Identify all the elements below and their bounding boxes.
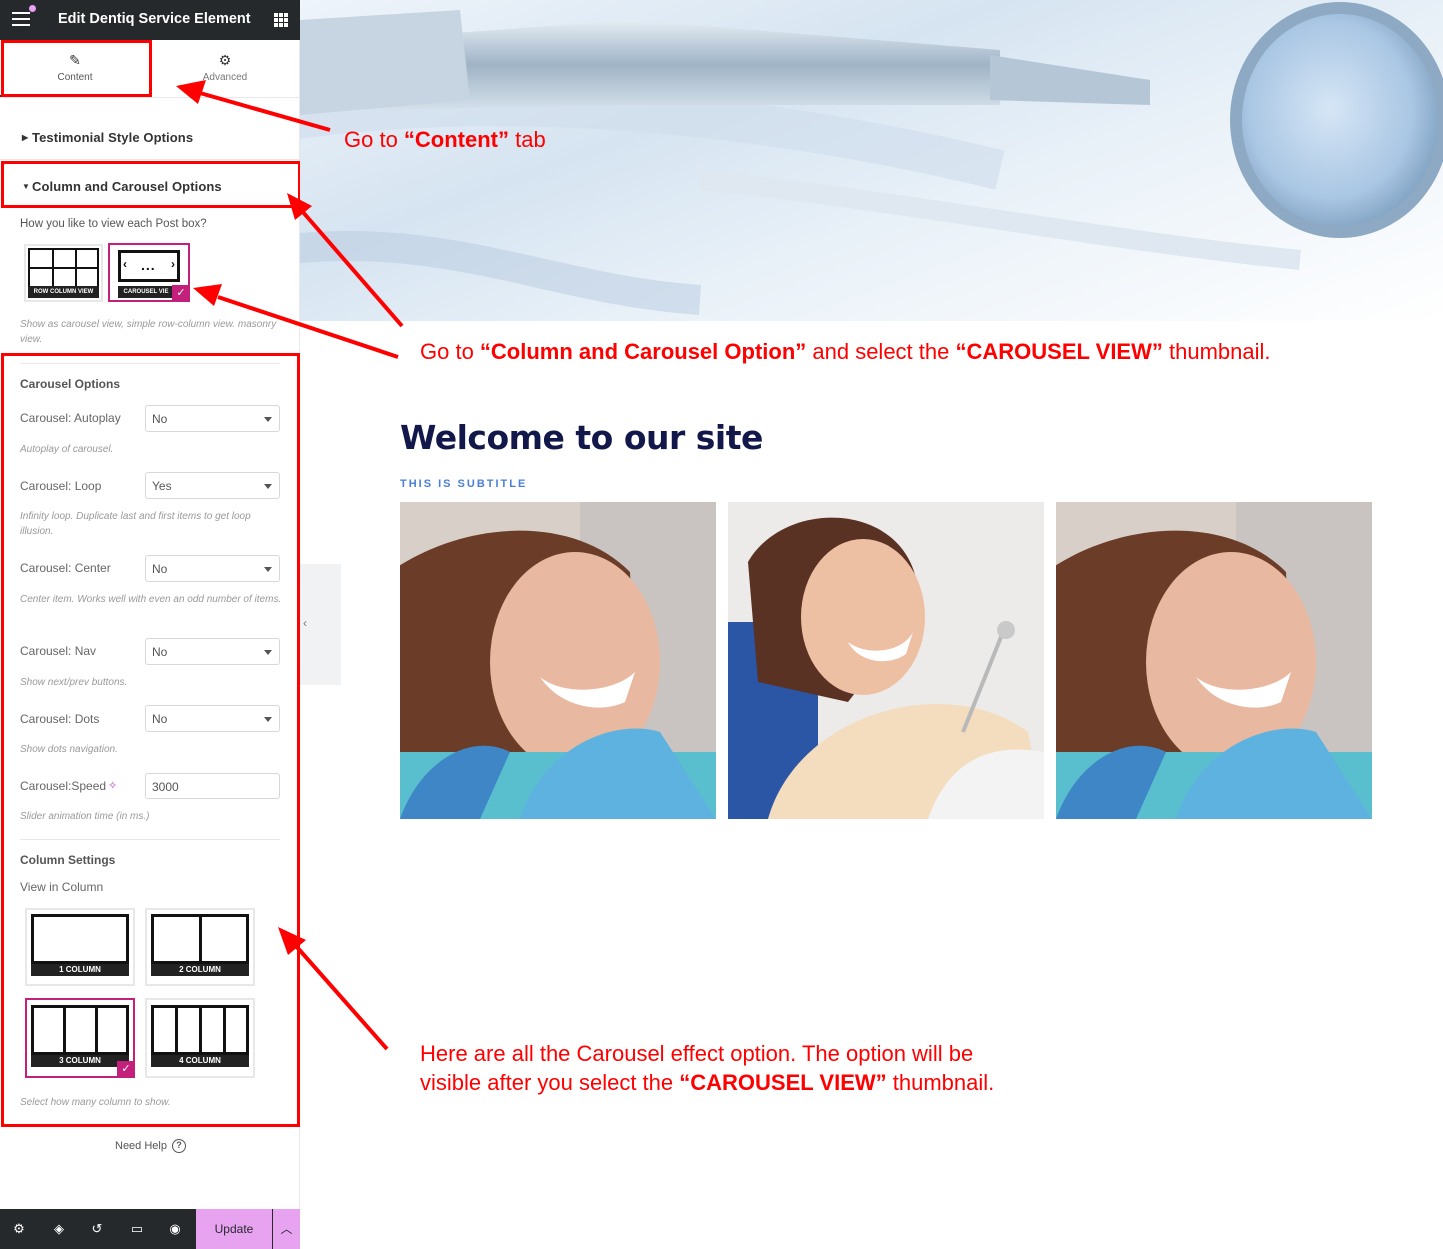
editor-panel: Edit Dentiq Service Element ✎ Content ⚙ … <box>0 0 301 1249</box>
chevron-left-icon: ‹ <box>303 616 307 630</box>
preview-eye-icon[interactable]: ◉ <box>167 1221 183 1237</box>
tab-advanced[interactable]: ⚙ Advanced <box>150 40 300 97</box>
selected-check-icon: ✓ <box>172 285 190 302</box>
carousel-item-3[interactable] <box>1056 502 1372 819</box>
need-help-link[interactable]: Need Help <box>115 1140 167 1152</box>
view-description: Show as carousel view, simple row-column… <box>20 319 277 345</box>
dental-patient-photo-3 <box>1056 502 1372 819</box>
divider <box>0 159 300 160</box>
chevron-right-icon: › <box>171 257 175 271</box>
annotation-carousel-options: Here are all the Carousel effect option.… <box>420 1041 995 1095</box>
carousel-item-2[interactable] <box>728 502 1044 819</box>
tab-advanced-label: Advanced <box>202 72 248 83</box>
dental-patient-photo-1 <box>400 502 716 819</box>
settings-icon[interactable]: ⚙ <box>11 1221 27 1237</box>
highlight-carousel-options <box>1 353 300 1127</box>
highlight-column-carousel <box>1 161 301 208</box>
notification-dot <box>29 5 36 12</box>
dental-mirror-image <box>300 2 1443 315</box>
section-testimonial-label: Testimonial Style Options <box>32 130 194 145</box>
ellipsis-icon: ... <box>141 257 156 273</box>
carousel-view-option[interactable]: ‹ ... › CAROUSEL VIE ✓ <box>108 243 190 302</box>
annotation-carousel-view: Go to “Column and Carousel Option” and s… <box>420 339 1271 364</box>
panel-title: Edit Dentiq Service Element <box>58 11 251 27</box>
row-column-view-option[interactable]: ROW COLUMN VIEW <box>24 244 103 302</box>
view-question: How you like to view each Post box? <box>20 218 207 230</box>
update-button[interactable]: Update <box>196 1209 272 1249</box>
history-icon[interactable]: ↺ <box>89 1221 105 1237</box>
section-testimonial[interactable]: ▶ Testimonial Style Options <box>22 130 193 145</box>
highlight-content-tab <box>1 40 152 97</box>
layers-icon[interactable]: ◈ <box>51 1221 67 1237</box>
carousel-view-label: CAROUSEL VIE <box>118 286 174 298</box>
panel-header: Edit Dentiq Service Element <box>0 0 300 40</box>
page-heading: Welcome to our site <box>400 418 763 457</box>
divider <box>0 97 300 98</box>
row-column-view-label: ROW COLUMN VIEW <box>28 286 99 298</box>
responsive-icon[interactable]: ▭ <box>129 1221 145 1237</box>
annotation-content-tab: Go to “Content” tab <box>344 127 546 152</box>
panel-footer: ⚙ ◈ ↺ ▭ ◉ Update ︿ <box>0 1209 300 1249</box>
carousel-item-1[interactable] <box>400 502 716 819</box>
hero-image <box>300 0 1443 321</box>
hamburger-menu-icon[interactable] <box>12 12 30 28</box>
chevron-up-icon[interactable]: ︿ <box>273 1209 300 1249</box>
panel-collapse-handle[interactable]: ‹ <box>300 564 341 685</box>
dental-patient-photo-2 <box>728 502 1044 819</box>
widgets-grid-icon[interactable] <box>274 13 288 27</box>
caret-right-icon: ▶ <box>22 133 29 142</box>
page-subtitle: THIS IS SUBTITLE <box>400 478 528 490</box>
gear-icon: ⚙ <box>218 52 232 68</box>
chevron-left-icon: ‹ <box>123 257 127 271</box>
help-circle-icon[interactable]: ? <box>172 1139 186 1153</box>
